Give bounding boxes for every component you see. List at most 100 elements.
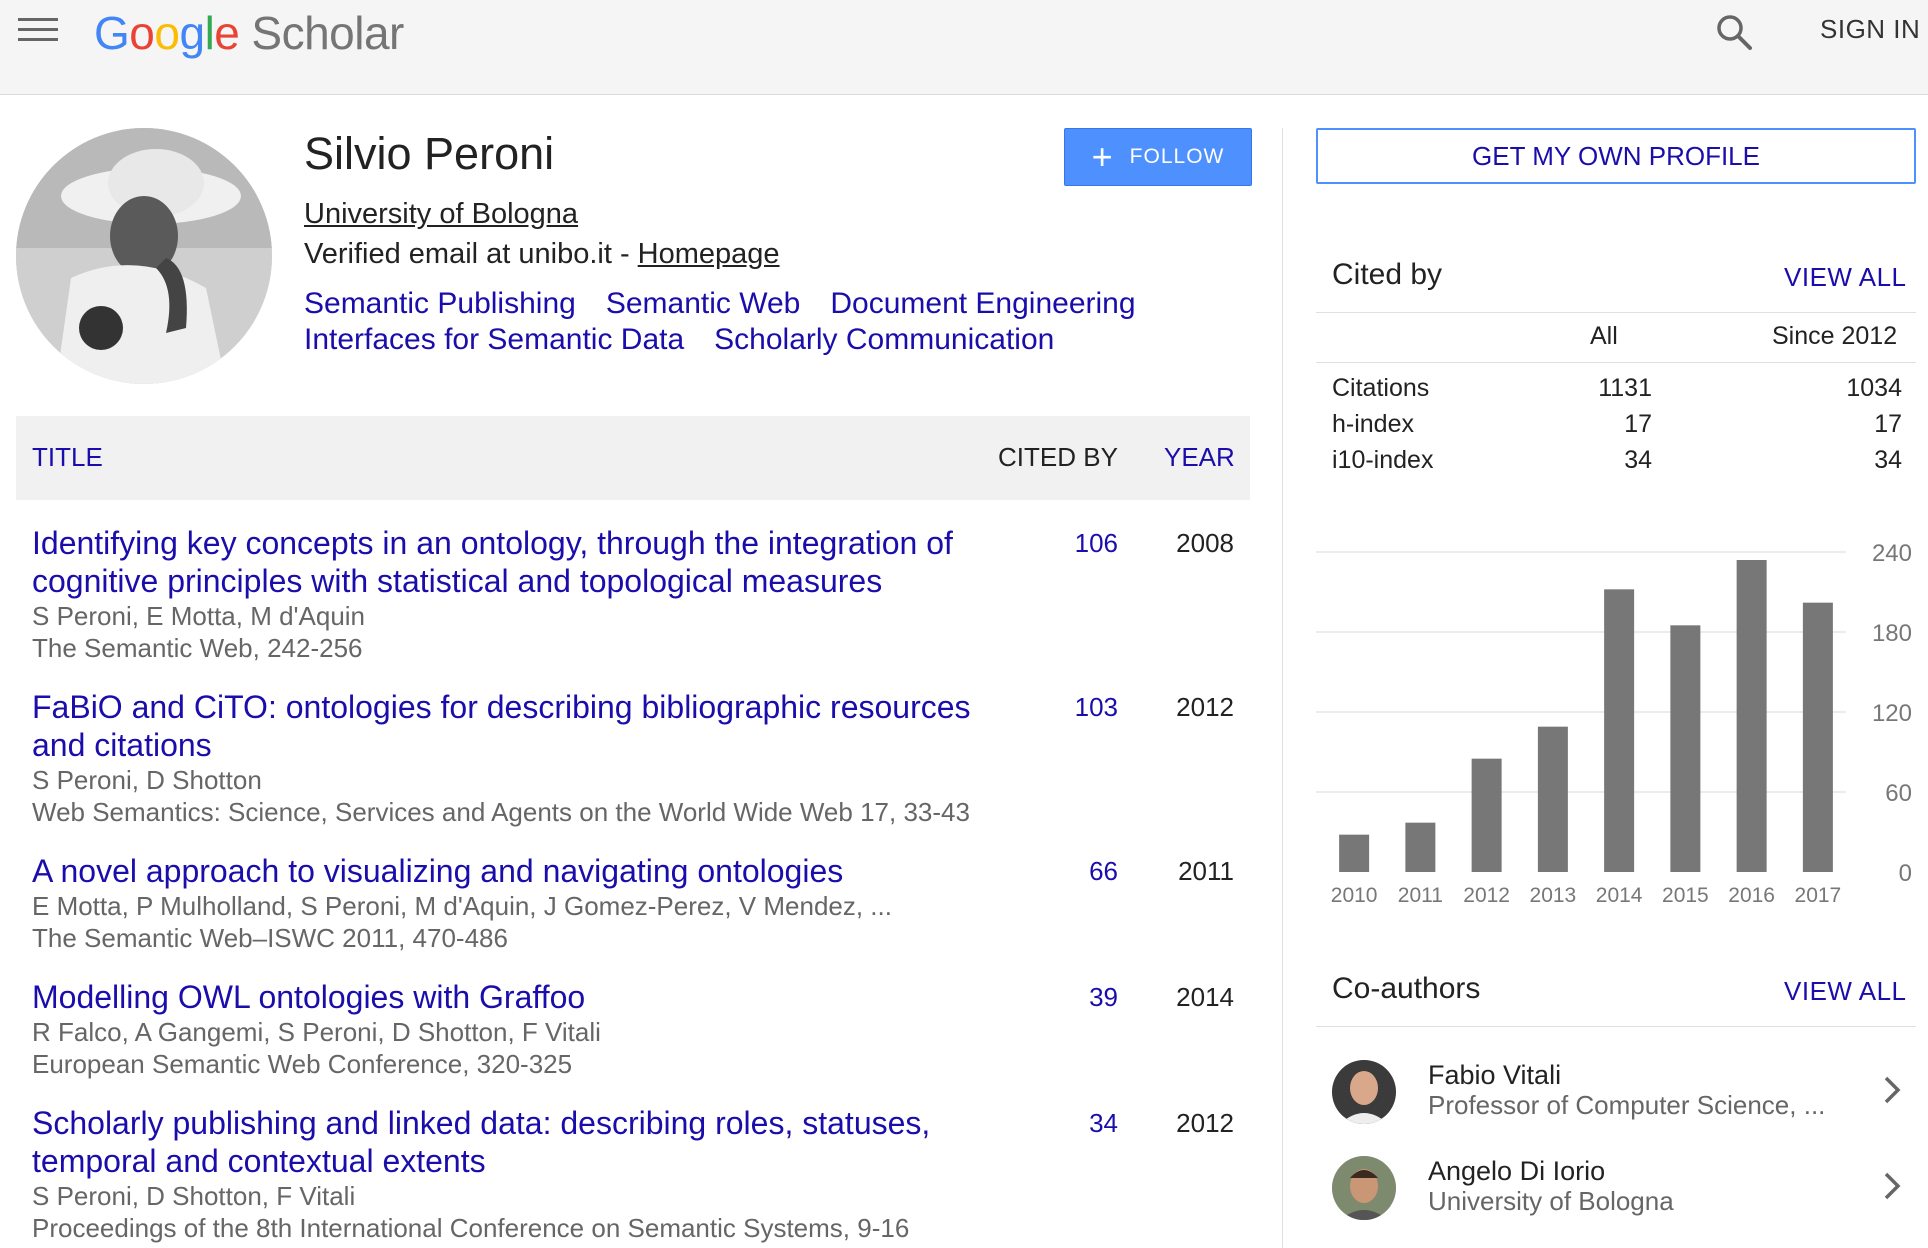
coauthor-affiliation: University of Bologna bbox=[1428, 1186, 1674, 1216]
chart-bar[interactable] bbox=[1339, 834, 1370, 872]
cited-by-count[interactable]: 39 bbox=[1032, 982, 1118, 1013]
divider bbox=[1316, 362, 1916, 363]
coauthor-affiliation: Professor of Computer Science, ... bbox=[1428, 1090, 1826, 1120]
chart-bar[interactable] bbox=[1405, 822, 1436, 872]
stat-label: i10-index bbox=[1332, 446, 1434, 474]
y-tick-label: 60 bbox=[1885, 780, 1912, 807]
coauthor-item[interactable]: Fabio Vitali Professor of Computer Scien… bbox=[1332, 1054, 1902, 1134]
cited-by-view-all[interactable]: VIEW ALL bbox=[1784, 262, 1907, 293]
article-title[interactable]: Identifying key concepts in an ontology,… bbox=[32, 524, 992, 600]
x-tick-label: 2010 bbox=[1331, 884, 1378, 907]
follow-label: FOLLOW bbox=[1129, 145, 1225, 168]
stat-label: h-index bbox=[1332, 410, 1414, 438]
research-interests: Semantic Publishing Semantic Web Document … bbox=[304, 286, 1224, 358]
profile-name: Silvio Peroni bbox=[304, 128, 555, 179]
article-year: 2008 bbox=[1176, 528, 1234, 558]
chart-bar[interactable] bbox=[1670, 625, 1701, 872]
article-venue: Web Semantics: Science, Services and Age… bbox=[32, 797, 970, 827]
coauthor-item[interactable]: Angelo Di Iorio University of Bologna bbox=[1332, 1150, 1902, 1230]
cited-by-count[interactable]: 103 bbox=[1032, 692, 1118, 723]
article-row: Identifying key concepts in an ontology,… bbox=[32, 524, 1234, 664]
get-my-own-profile-button[interactable]: GET MY OWN PROFILE bbox=[1316, 128, 1916, 184]
chart-bar[interactable] bbox=[1736, 560, 1767, 872]
article-title[interactable]: A novel approach to visualizing and navi… bbox=[32, 852, 992, 890]
article-authors: R Falco, A Gangemi, S Peroni, D Shotton,… bbox=[32, 1017, 601, 1047]
sign-in-link[interactable]: SIGN IN bbox=[1820, 14, 1920, 45]
article-authors: S Peroni, D Shotton, F Vitali bbox=[32, 1181, 356, 1211]
verified-email: Verified email at unibo.it - Homepage bbox=[304, 238, 780, 271]
coauthors-view-all[interactable]: VIEW ALL bbox=[1784, 976, 1907, 1007]
article-year: 2011 bbox=[1178, 856, 1234, 886]
cited-by-count[interactable]: 66 bbox=[1032, 856, 1118, 887]
x-tick-label: 2016 bbox=[1728, 884, 1775, 907]
article-title[interactable]: Modelling OWL ontologies with Graffoo bbox=[32, 978, 992, 1016]
cited-by-title: Cited by bbox=[1332, 258, 1443, 291]
logo-product-name: Scholar bbox=[251, 7, 404, 59]
stat-since: 1034 bbox=[1846, 374, 1902, 402]
article-year: 2012 bbox=[1176, 1108, 1234, 1138]
chart-bar[interactable] bbox=[1471, 758, 1502, 872]
article-authors: S Peroni, E Motta, M d'Aquin bbox=[32, 601, 366, 631]
plus-icon: + bbox=[1091, 136, 1114, 177]
interest-link[interactable]: Semantic Publishing bbox=[304, 286, 576, 322]
x-tick-label: 2012 bbox=[1463, 884, 1510, 907]
email-text: Verified email at unibo.it - bbox=[304, 238, 638, 270]
divider bbox=[1316, 312, 1916, 313]
y-tick-label: 180 bbox=[1872, 620, 1912, 647]
google-scholar-logo[interactable]: Google Scholar bbox=[94, 6, 404, 60]
stat-since: 17 bbox=[1874, 410, 1902, 438]
search-icon[interactable] bbox=[1714, 12, 1754, 52]
article-authors: E Motta, P Mulholland, S Peroni, M d'Aqu… bbox=[32, 891, 892, 921]
articles-table-header: TITLE CITED BY YEAR bbox=[16, 416, 1250, 500]
article-title[interactable]: FaBiO and CiTO: ontologies for describin… bbox=[32, 688, 992, 764]
profile-photo bbox=[16, 128, 272, 384]
homepage-link[interactable]: Homepage bbox=[638, 238, 780, 270]
chevron-right-icon bbox=[1884, 1076, 1901, 1104]
stats-row-h-index: h-index 17 17 bbox=[1332, 410, 1902, 446]
article-venue: The Semantic Web, 242-256 bbox=[32, 633, 363, 663]
cited-by-count[interactable]: 34 bbox=[1032, 1108, 1118, 1139]
stat-since: 34 bbox=[1874, 446, 1902, 474]
stats-row-citations: Citations 1131 1034 bbox=[1332, 374, 1902, 410]
affiliation-link[interactable]: University of Bologna bbox=[304, 198, 578, 231]
stats-row-i10-index: i10-index 34 34 bbox=[1332, 446, 1902, 482]
article-row: A novel approach to visualizing and navi… bbox=[32, 852, 1234, 954]
article-row: Scholarly publishing and linked data: de… bbox=[32, 1104, 1234, 1244]
top-bar: Google Scholar SIGN IN bbox=[0, 0, 1928, 95]
coauthor-name: Fabio Vitali bbox=[1428, 1060, 1562, 1090]
sort-by-title[interactable]: TITLE bbox=[32, 442, 103, 473]
interest-link[interactable]: Scholarly Communication bbox=[714, 322, 1054, 358]
stats-col-all: All bbox=[1590, 322, 1618, 350]
chart-bar[interactable] bbox=[1604, 589, 1635, 872]
chart-bar[interactable] bbox=[1802, 602, 1833, 872]
x-tick-label: 2017 bbox=[1795, 884, 1842, 907]
interest-link[interactable]: Interfaces for Semantic Data bbox=[304, 322, 684, 358]
article-title[interactable]: Scholarly publishing and linked data: de… bbox=[32, 1104, 992, 1180]
y-tick-label: 120 bbox=[1872, 700, 1912, 727]
cited-by-header[interactable]: CITED BY bbox=[998, 442, 1118, 473]
coauthor-name: Angelo Di Iorio bbox=[1428, 1156, 1606, 1186]
article-row: Modelling OWL ontologies with Graffoo R … bbox=[32, 978, 1234, 1080]
stat-all: 34 bbox=[1624, 446, 1652, 474]
chart-bar[interactable] bbox=[1537, 726, 1568, 872]
citations-per-year-chart: 0 60 120 180 240 2010 2011 2012 2013 2014 2015 2016… bbox=[1316, 540, 1912, 907]
stat-all: 1131 bbox=[1598, 374, 1652, 402]
chevron-right-icon bbox=[1884, 1172, 1901, 1200]
column-divider bbox=[1282, 128, 1283, 1248]
article-venue: The Semantic Web–ISWC 2011, 470-486 bbox=[32, 923, 508, 953]
article-authors: S Peroni, D Shotton bbox=[32, 765, 262, 795]
divider bbox=[1316, 1026, 1916, 1027]
stats-col-since: Since 2012 bbox=[1772, 322, 1898, 350]
article-venue: European Semantic Web Conference, 320-32… bbox=[32, 1049, 573, 1079]
y-tick-label: 0 bbox=[1899, 860, 1912, 887]
sort-by-year[interactable]: YEAR bbox=[1164, 442, 1235, 473]
article-year: 2014 bbox=[1176, 982, 1234, 1012]
x-tick-label: 2011 bbox=[1398, 884, 1443, 907]
follow-button[interactable]: + FOLLOW bbox=[1064, 128, 1252, 186]
cited-by-count[interactable]: 106 bbox=[1032, 528, 1118, 559]
article-year: 2012 bbox=[1176, 692, 1234, 722]
interest-link[interactable]: Document Engineering bbox=[830, 286, 1135, 322]
stat-all: 17 bbox=[1624, 410, 1652, 438]
menu-icon[interactable] bbox=[18, 18, 58, 46]
interest-link[interactable]: Semantic Web bbox=[606, 286, 801, 322]
